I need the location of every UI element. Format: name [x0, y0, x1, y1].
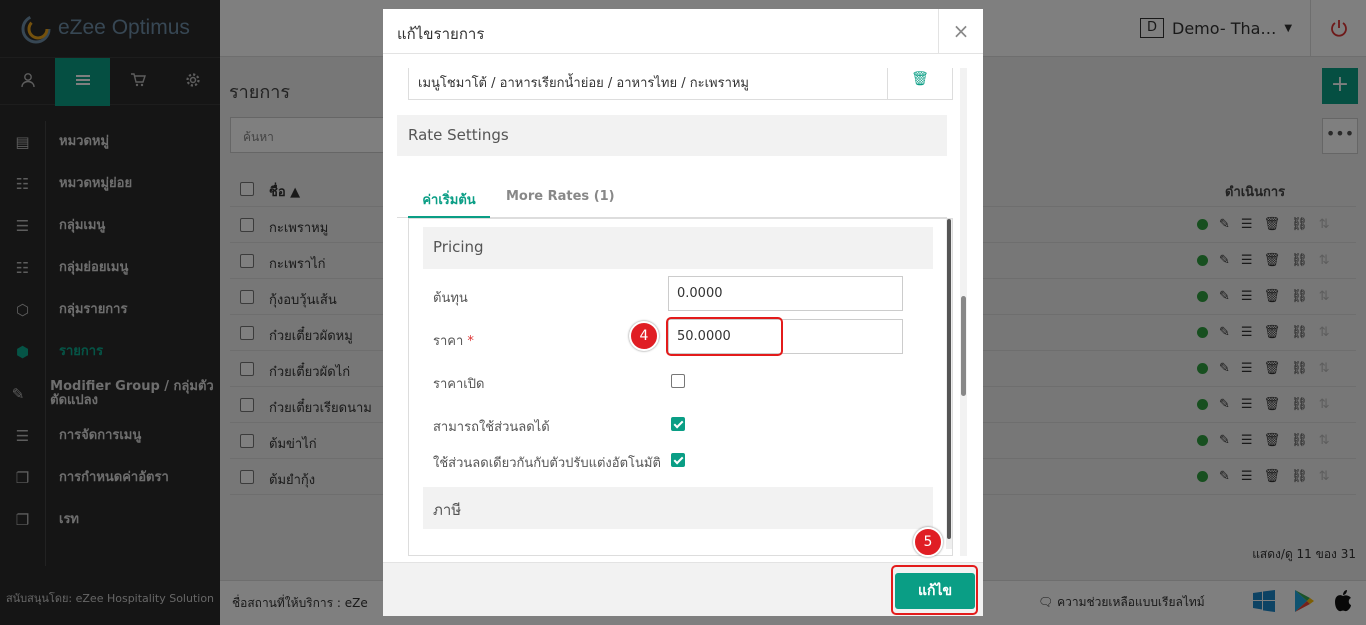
- discount-label: สามารถใช้ส่วนลดได้: [433, 420, 550, 435]
- cost-label: ต้นทุน: [433, 291, 468, 306]
- dialog-header: แก้ไขรายการ ×: [383, 9, 983, 54]
- pricing-section-header: Pricing: [423, 227, 933, 269]
- open-price-checkbox[interactable]: [671, 374, 685, 388]
- category-path-row: เมนูโชมาโต้ / อาหารเรียกน้ำย่อย / อาหารไ…: [408, 68, 953, 100]
- price-label: ราคา *: [433, 334, 474, 349]
- step-marker-price: 4: [629, 321, 659, 351]
- rate-panel: Pricing ต้นทุน 0.0000 ราคา * 50.0000 ราค…: [408, 218, 953, 556]
- save-highlight-box: [891, 565, 978, 615]
- cost-input[interactable]: 0.0000: [668, 276, 903, 311]
- discount-checkbox[interactable]: [671, 417, 685, 431]
- tab-more-rates[interactable]: More Rates (1): [506, 189, 615, 204]
- open-price-label: ราคาเปิด: [433, 377, 485, 392]
- price-highlight-box: [666, 317, 783, 356]
- required-marker: *: [467, 334, 474, 349]
- dialog-title: แก้ไขรายการ: [397, 25, 485, 43]
- edit-item-dialog: แก้ไขรายการ × เมนูโชมาโต้ / อาหารเรียกน้…: [383, 9, 983, 616]
- dialog-scrollbar[interactable]: [960, 68, 967, 556]
- trash-icon[interactable]: 🗑: [887, 68, 952, 99]
- tax-section-header: ภาษี: [423, 487, 933, 529]
- close-icon[interactable]: ×: [938, 9, 983, 54]
- step-marker-save: 5: [913, 527, 943, 557]
- rate-tabs: ค่าเริ่มต้น More Rates (1): [397, 176, 947, 218]
- dialog-scroll-thumb[interactable]: [961, 296, 966, 396]
- dialog-body: เมนูโชมาโต้ / อาหารเรียกน้ำย่อย / อาหารไ…: [397, 68, 967, 556]
- auto-discount-label: ใช้ส่วนลดเดียวกันกับตัวปรับแต่งอัตโนมัติ: [433, 456, 661, 471]
- category-path: เมนูโชมาโต้ / อาหารเรียกน้ำย่อย / อาหารไ…: [418, 76, 750, 91]
- inner-scroll-thumb[interactable]: [947, 219, 951, 539]
- tab-base-rate[interactable]: ค่าเริ่มต้น: [408, 189, 490, 218]
- auto-discount-checkbox[interactable]: [671, 453, 685, 467]
- rate-settings-header: Rate Settings: [397, 115, 947, 156]
- inner-scrollbar[interactable]: [946, 219, 952, 549]
